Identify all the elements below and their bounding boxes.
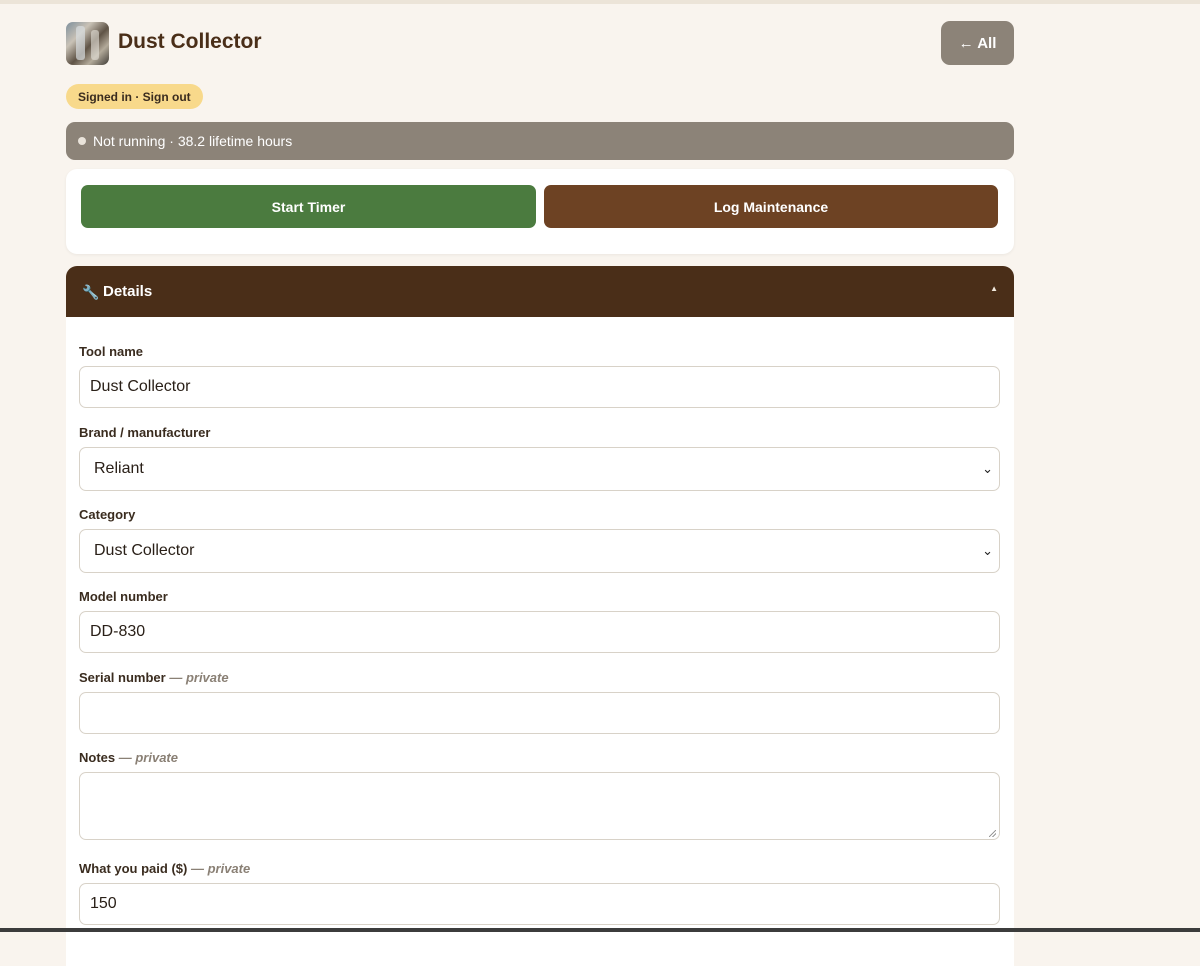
details-panel: 🔧 Details ▲ Tool name Brand / manufactur… [66, 266, 1014, 966]
notes-textarea[interactable] [79, 772, 1000, 840]
chevron-down-icon: ⌄ [982, 543, 993, 558]
log-maintenance-button[interactable]: Log Maintenance [544, 185, 998, 228]
price-paid-input[interactable] [79, 883, 1000, 925]
tool-name-label: Tool name [79, 344, 144, 359]
serial-label: Serial number — private [79, 670, 229, 685]
actions-card: Start Timer Log Maintenance [66, 169, 1014, 254]
bottom-edge [0, 928, 1200, 932]
serial-label-text: Serial number [79, 670, 166, 685]
details-title: Details [103, 283, 153, 300]
resize-handle-icon[interactable] [989, 830, 996, 837]
start-timer-button[interactable]: Start Timer [81, 185, 536, 228]
status-text: Not running · 38.2 lifetime hours [93, 133, 293, 149]
brand-selected-value: Reliant [94, 460, 144, 477]
page-header: Dust Collector ← All [66, 20, 1014, 66]
page-title: Dust Collector [118, 30, 262, 53]
chevron-down-icon: ⌄ [982, 461, 993, 476]
page-container: Dust Collector ← All Signed in · Sign ou… [66, 20, 1014, 966]
paid-label: What you paid ($) — private [79, 861, 250, 876]
status-bar: Not running · 38.2 lifetime hours [66, 122, 1014, 160]
status-dot-icon [78, 137, 86, 145]
auth-badge[interactable]: Signed in · Sign out [66, 84, 203, 109]
brand-label: Brand / manufacturer [79, 425, 211, 440]
model-label: Model number [79, 589, 168, 604]
wrench-icon: 🔧 [82, 284, 100, 300]
top-edge [0, 0, 1200, 4]
category-selected-value: Dust Collector [94, 542, 195, 559]
private-note: — private [190, 861, 251, 876]
collapse-chevron-icon[interactable]: ▲ [990, 284, 998, 293]
category-select[interactable]: Dust Collector ⌄ [79, 529, 1000, 573]
serial-number-input[interactable] [79, 692, 1000, 734]
model-number-input[interactable] [79, 611, 1000, 653]
tool-photo-icon [66, 22, 109, 65]
private-note: — private [169, 670, 229, 685]
back-to-all-button[interactable]: ← All [941, 21, 1014, 65]
brand-select[interactable]: Reliant ⌄ [79, 447, 1000, 491]
category-label: Category [79, 507, 136, 522]
paid-label-text: What you paid ($) [79, 861, 188, 876]
details-toggle[interactable]: 🔧 Details ▲ [66, 266, 1014, 317]
tool-name-input[interactable] [79, 366, 1000, 408]
notes-label: Notes — private [79, 750, 178, 765]
private-note: — private [118, 750, 178, 765]
notes-label-text: Notes [79, 750, 116, 765]
